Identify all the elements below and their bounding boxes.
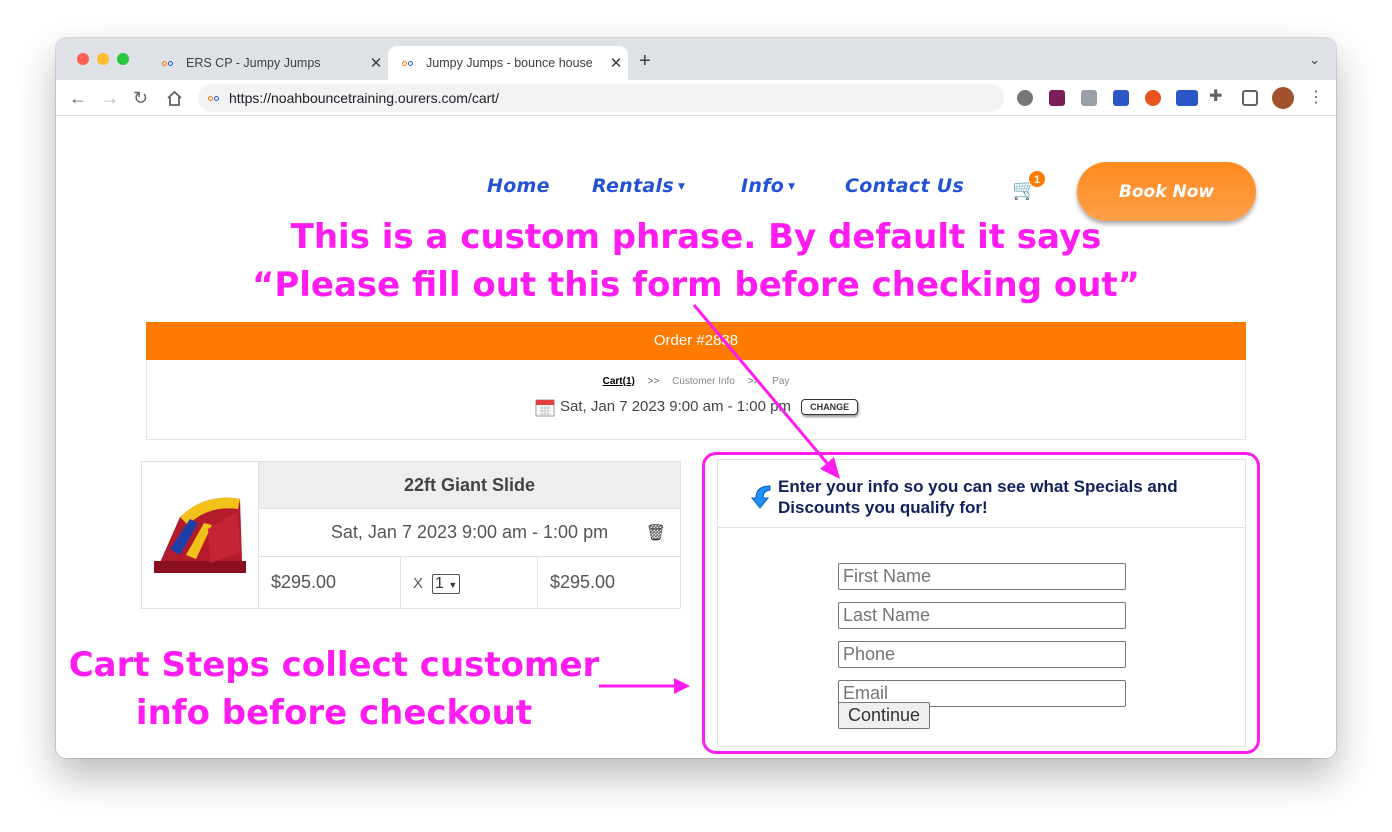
tab-ers-cp[interactable]: ERS CP - Jumpy Jumps ✕ — [148, 46, 388, 80]
minimize-window-button[interactable] — [97, 53, 109, 65]
redirect-extension-icon[interactable] — [1176, 90, 1198, 106]
site-favicon-icon — [402, 58, 418, 68]
annotation-arrow-to-form — [692, 304, 834, 470]
close-window-button[interactable] — [77, 53, 89, 65]
close-tab-icon[interactable]: ✕ — [364, 54, 388, 72]
duckduckgo-extension-icon[interactable] — [1145, 90, 1161, 106]
settings-extension-icon[interactable] — [1017, 90, 1033, 106]
tab-search-chevron-icon[interactable]: ⌄ — [1309, 52, 1320, 68]
tab-jumpy-jumps[interactable]: Jumpy Jumps - bounce house ✕ — [388, 46, 628, 80]
close-tab-icon[interactable]: ✕ — [604, 54, 628, 72]
more-menu-icon[interactable]: ⋮ — [1308, 87, 1324, 109]
site-favicon-icon — [208, 95, 219, 101]
side-panel-icon[interactable] — [1242, 90, 1258, 106]
web-page: Home Rentals ▼ Info ▼ Contact Us 🛒 1 Book … — [56, 117, 1336, 758]
url-text: https://noahbouncetraining.ourers.com/ca… — [229, 90, 500, 106]
annotation-arrows — [599, 304, 840, 694]
chart-extension-icon[interactable] — [1049, 90, 1065, 106]
tab-bar: ERS CP - Jumpy Jumps ✕ Jumpy Jumps - bou… — [56, 38, 1336, 80]
address-bar[interactable]: https://noahbouncetraining.ourers.com/ca… — [198, 84, 1004, 112]
back-arrow-icon[interactable]: ← — [69, 87, 87, 109]
reload-icon[interactable]: ↻ — [133, 87, 148, 109]
profile-avatar[interactable] — [1272, 87, 1294, 109]
forward-arrow-icon[interactable]: → — [101, 87, 119, 109]
browser-window: ERS CP - Jumpy Jumps ✕ Jumpy Jumps - bou… — [56, 38, 1336, 758]
new-tab-button[interactable]: + — [639, 50, 651, 73]
tb-extension-icon[interactable] — [1081, 90, 1097, 106]
tab-title: Jumpy Jumps - bounce house — [426, 56, 593, 70]
puzzle-extensions-icon[interactable]: ✚ — [1209, 86, 1222, 108]
tab-title: ERS CP - Jumpy Jumps — [186, 56, 321, 70]
browser-toolbar: ← → ↻ https://noahbouncetraining.ourers.… — [56, 80, 1336, 116]
site-favicon-icon — [162, 58, 178, 68]
home-icon[interactable] — [166, 90, 183, 107]
maximize-window-button[interactable] — [117, 53, 129, 65]
search-extension-icon[interactable] — [1113, 90, 1129, 106]
arrowhead-icon — [674, 678, 690, 694]
